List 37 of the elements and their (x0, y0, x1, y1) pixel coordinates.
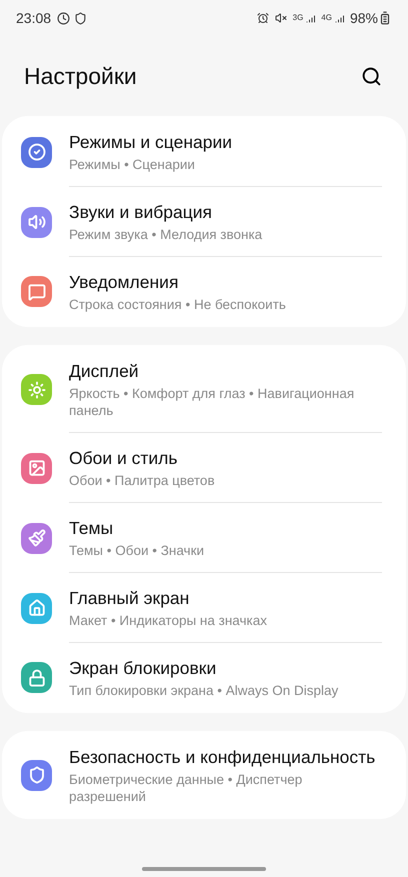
settings-item[interactable]: Уведомления Строка состояния • Не беспокоить (2, 257, 406, 326)
alarm-icon (256, 12, 269, 24)
page-title: Настройки (24, 62, 137, 91)
item-subtitle: Режим звука • Мелодия звонка (69, 226, 264, 243)
status-time: 23:08 (16, 8, 52, 28)
item-title: Экран блокировки (69, 657, 218, 680)
settings-item[interactable]: Обои и стиль Обои • Палитра цветов (2, 433, 406, 503)
item-subtitle: Строка состояния • Не беспокоить (69, 296, 287, 313)
item-subtitle: Тип блокировки экрана • Always On Display (69, 682, 340, 699)
shield-icon (74, 12, 88, 24)
network-type: 3G (292, 12, 304, 24)
item-subtitle: Яркость • Комфорт для глаз • Навигационная панель (69, 385, 356, 419)
item-title: Режимы и сценарии (69, 131, 234, 154)
item-title: Уведомления (69, 271, 180, 294)
battery-percent: 98% (350, 8, 378, 28)
clock-icon (57, 12, 70, 24)
item-title: Звуки и вибрация (69, 201, 213, 224)
item-title: Темы (69, 517, 114, 540)
item-subtitle: Темы • Обои • Значки (69, 542, 206, 559)
settings-item[interactable]: Темы Темы • Обои • Значки (2, 503, 406, 573)
item-subtitle: Макет • Индикаторы на значках (69, 612, 268, 629)
mute-icon (274, 12, 287, 24)
item-title: Безопасность и конфиденциальность (69, 746, 376, 769)
network-type: 4G (321, 12, 332, 24)
settings-item[interactable]: Звуки и вибрация Режим звука • Мелодия звонка (2, 187, 406, 257)
battery-icon (378, 11, 392, 25)
item-subtitle: Биометрические данные • Диспетчер разрешений (69, 771, 304, 805)
item-title: Главный экран (69, 587, 190, 610)
item-title: Дисплей (69, 360, 140, 383)
settings-item[interactable]: Безопасность и конфиденциальность Биометрические данные • Диспетчер разрешений (2, 732, 406, 818)
settings-item[interactable]: Главный экран Макет • Индикаторы на значках (2, 573, 406, 643)
settings-item[interactable]: Режимы и сценарии Режимы • Сценарии (2, 117, 406, 187)
settings-item[interactable]: Экран блокировки Тип блокировки экрана • Always On Display (2, 643, 406, 712)
item-title: Обои и стиль (69, 447, 179, 470)
item-subtitle: Режимы • Сценарии (69, 156, 196, 173)
settings-item[interactable]: Дисплей Яркость • Комфорт для глаз • Навигационная панель (2, 346, 406, 433)
item-subtitle: Обои • Палитра цветов (69, 472, 216, 489)
